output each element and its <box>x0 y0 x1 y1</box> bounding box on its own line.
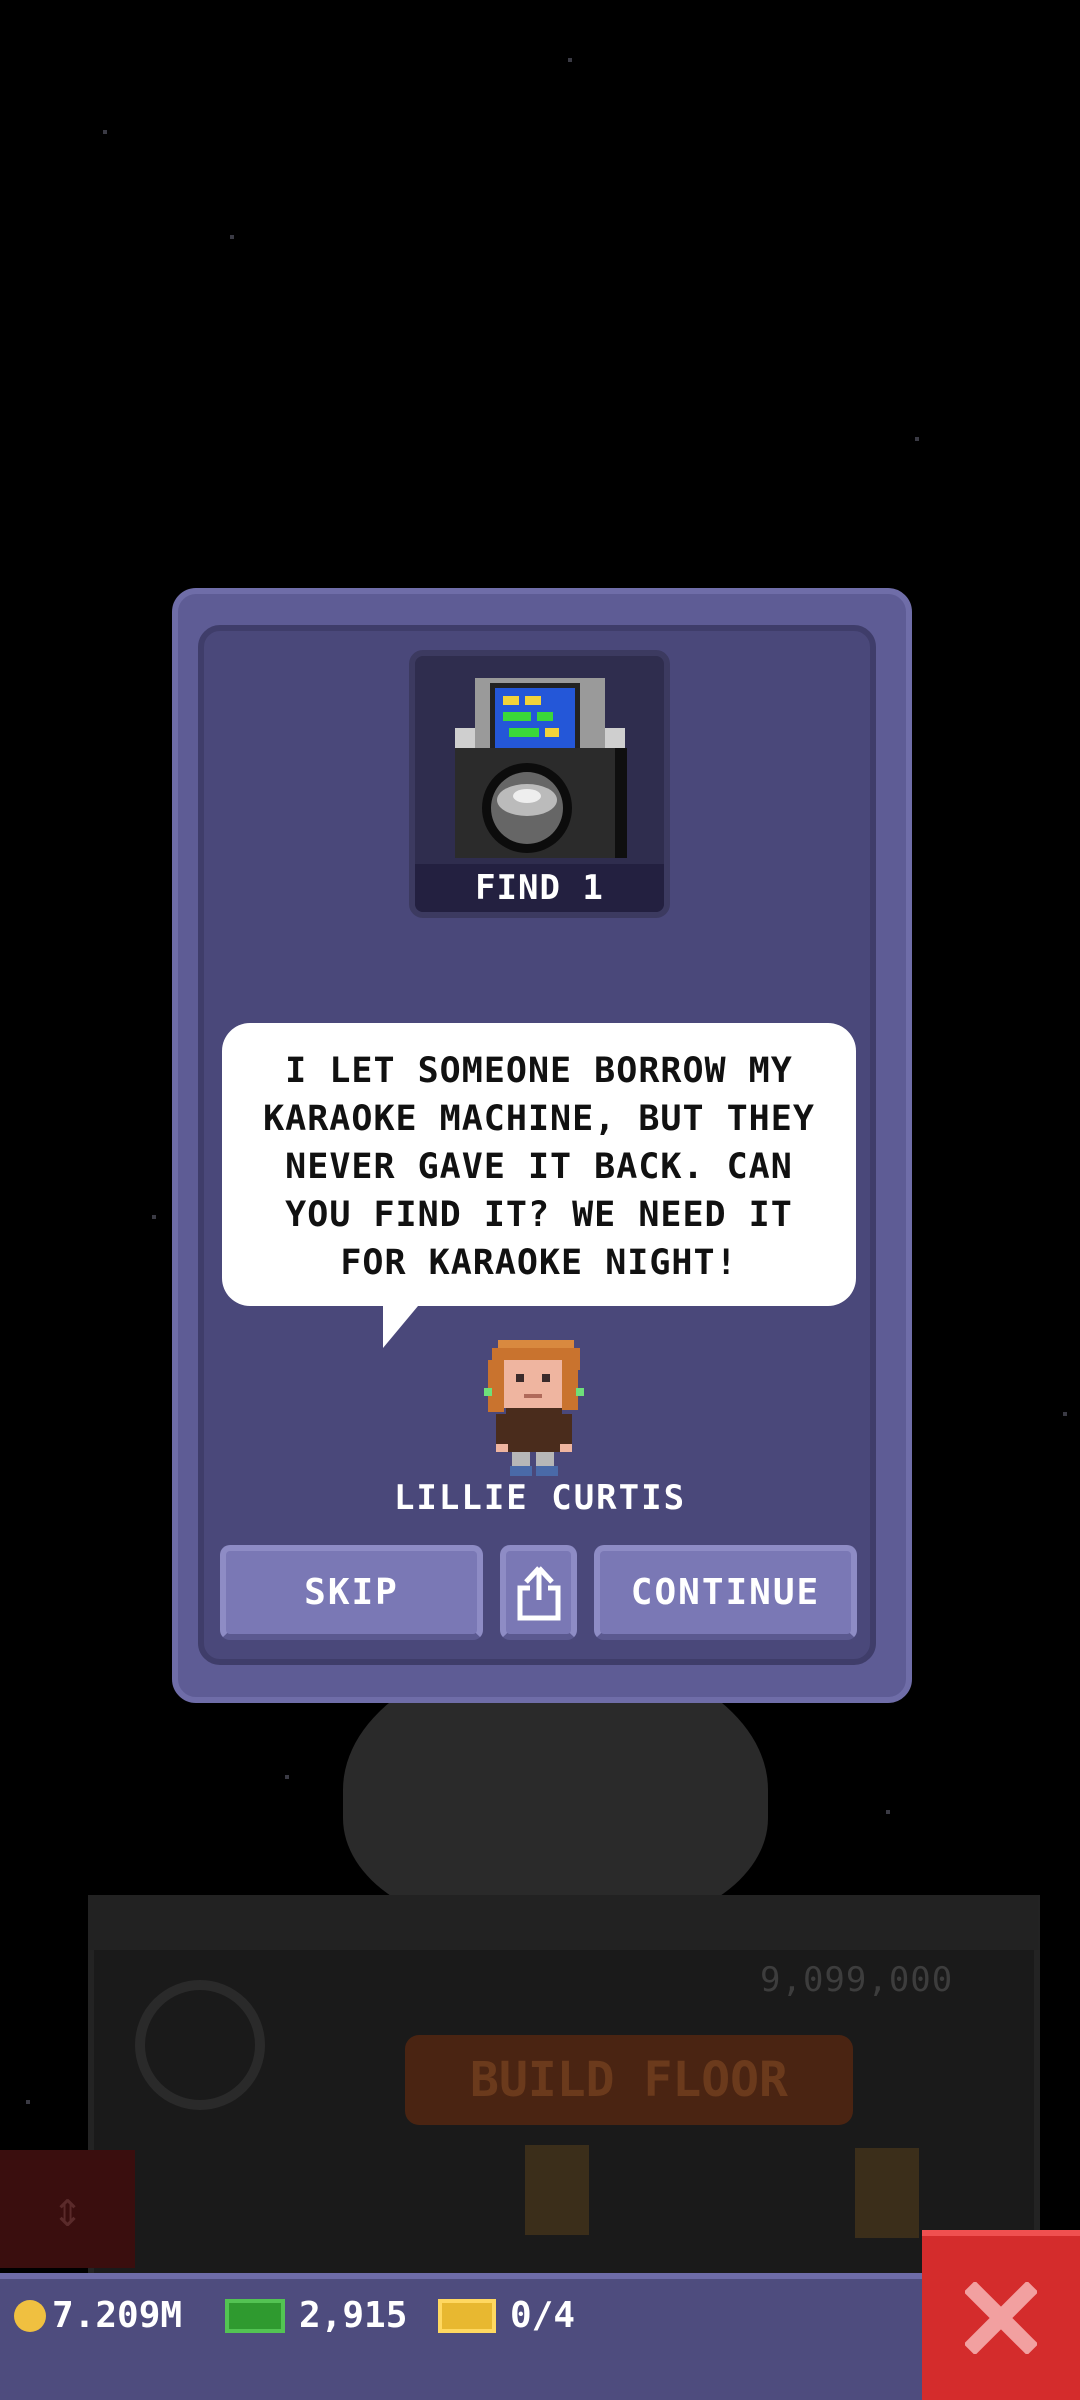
share-icon <box>517 1565 560 1620</box>
close-button[interactable] <box>922 2230 1080 2400</box>
tower-bux-icon <box>225 2298 285 2333</box>
bitizen-figure <box>855 2148 919 2238</box>
build-floor-button[interactable]: BUILD FLOOR <box>405 2035 853 2125</box>
lobby-wheel-icon <box>135 1980 265 2110</box>
karaoke-machine-icon <box>455 678 627 858</box>
quest-item-card: FIND 1 <box>409 650 670 918</box>
tower-roof <box>88 1895 1038 1950</box>
bitizen-figure <box>525 2145 589 2235</box>
resource-bar <box>0 2273 922 2400</box>
character-avatar <box>484 1340 584 1476</box>
tickets-value: 0/4 <box>510 2295 576 2336</box>
coin-icon <box>14 2299 46 2332</box>
tower-bux-value: 2,915 <box>299 2295 408 2336</box>
find-count-label: FIND 1 <box>415 864 664 912</box>
quest-message: I LET SOMEONE BORROW MY KARAOKE MACHINE,… <box>263 1051 815 1283</box>
floor-cost-label: 9,099,000 <box>760 1960 954 2000</box>
coins-counter: 7.209M <box>14 2295 182 2336</box>
skip-button[interactable]: SKIP <box>220 1545 483 1640</box>
continue-button-label: CONTINUE <box>630 1572 821 1613</box>
tower-bux-counter: 2,915 <box>225 2295 407 2336</box>
character-name: LILLIE CURTIS <box>393 1478 687 1518</box>
continue-button[interactable]: CONTINUE <box>594 1545 857 1640</box>
speech-bubble-tail <box>383 1300 423 1348</box>
elevator-button[interactable]: ⇕ <box>0 2150 135 2268</box>
share-button[interactable] <box>500 1545 577 1640</box>
tickets-counter: 0/4 <box>438 2295 575 2336</box>
up-down-arrow-icon: ⇕ <box>52 2180 83 2238</box>
ticket-icon <box>438 2298 496 2333</box>
coins-value: 7.209M <box>52 2295 183 2336</box>
speech-bubble: I LET SOMEONE BORROW MY KARAOKE MACHINE,… <box>222 1023 856 1306</box>
skip-button-label: SKIP <box>304 1572 399 1613</box>
close-x-icon <box>965 2282 1037 2354</box>
